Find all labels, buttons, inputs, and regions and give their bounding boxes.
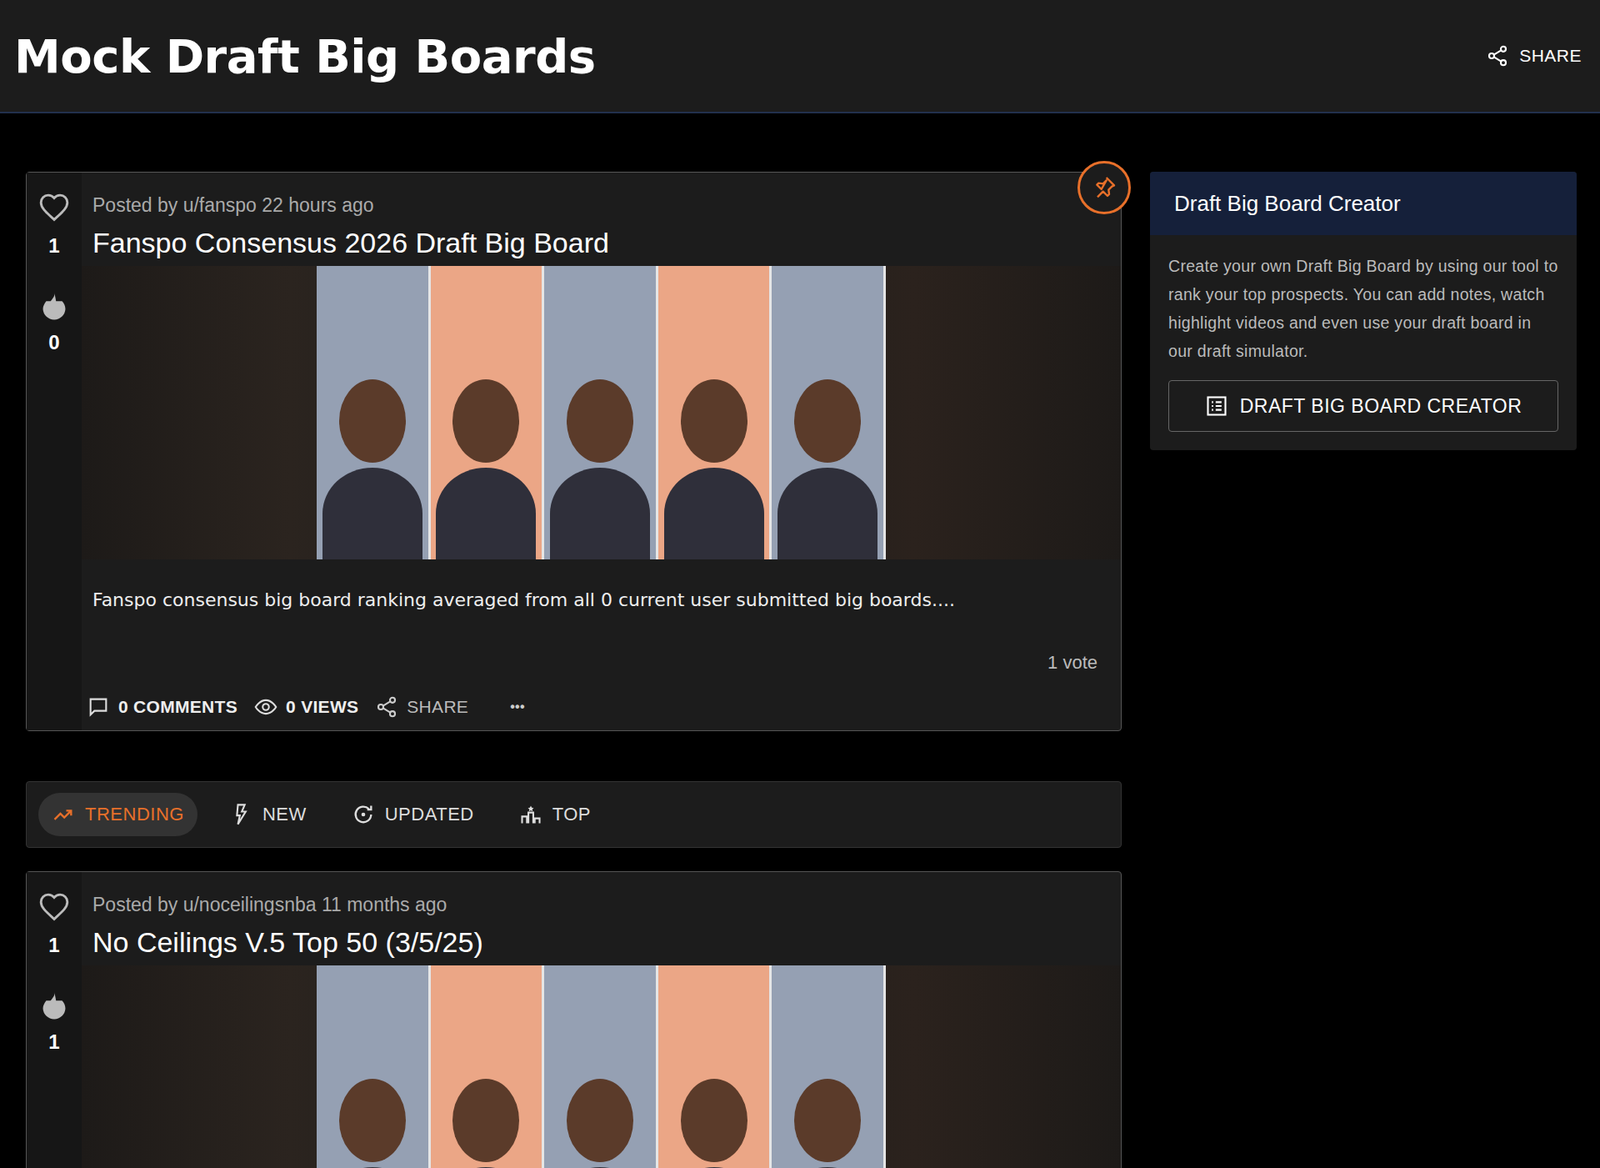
comments-button[interactable]: 0 COMMENTS [86, 695, 238, 719]
sort-tabs: TRENDING NEW UPDATED TOP [25, 780, 1122, 848]
sort-tab[interactable]: TOP [505, 792, 605, 836]
board-image[interactable] [81, 265, 1121, 560]
prospect-photo [316, 265, 431, 560]
main: 1 0 Posted by u/fanspo 22 hours ago Fans… [0, 113, 1600, 1168]
creator-panel: Draft Big Board Creator Create your own … [1150, 171, 1577, 450]
vote-column: 1 1 [26, 871, 82, 1168]
post-share-button[interactable]: SHARE [375, 695, 469, 719]
post-card[interactable]: 1 0 Posted by u/fanspo 22 hours ago Fans… [25, 171, 1122, 731]
panel-title: Draft Big Board Creator [1150, 171, 1577, 235]
board-graphic [316, 265, 886, 560]
post-title[interactable]: Fanspo Consensus 2026 Draft Big Board [81, 226, 1121, 260]
fire-icon[interactable] [38, 289, 70, 321]
prospect-photo [658, 265, 773, 560]
like-count: 1 [48, 234, 60, 258]
post-description: Fanspo consensus big board ranking avera… [81, 589, 1121, 610]
prospect-photo [544, 265, 659, 560]
panel-text: Create your own Draft Big Board by using… [1168, 251, 1559, 365]
list-icon [1205, 394, 1229, 418]
prospect-photo [316, 965, 431, 1168]
post-content: Posted by u/fanspo 22 hours ago Fanspo C… [81, 172, 1121, 730]
share-button[interactable]: SHARE [1485, 44, 1582, 68]
sort-tab[interactable]: UPDATED [338, 792, 488, 836]
fire-count: 0 [48, 330, 60, 355]
prospect-photo [430, 965, 545, 1168]
vote-count: 1 vote [81, 651, 1121, 674]
prospect-photo [430, 265, 545, 560]
sort-tab[interactable]: NEW [215, 792, 320, 836]
fire-icon[interactable] [38, 988, 70, 1020]
post-author: Posted by u/fanspo 22 hours ago [81, 194, 1121, 217]
header: Mock Draft Big Boards SHARE [0, 0, 1600, 114]
creator-button[interactable]: DRAFT BIG BOARD CREATOR [1168, 380, 1559, 432]
vote-column: 1 0 [26, 172, 82, 730]
podium-icon [519, 802, 543, 826]
more-button[interactable]: ••• [510, 699, 525, 715]
heart-icon[interactable] [38, 192, 70, 225]
pinned-badge [1077, 160, 1131, 215]
post-title[interactable]: No Ceilings V.5 Top 50 (3/5/25) [81, 925, 1121, 959]
like-count: 1 [48, 933, 60, 957]
eye-icon [254, 695, 278, 719]
bolt-icon [229, 802, 253, 826]
post-card[interactable]: 1 1 Posted by u/noceilingsnba 11 months … [25, 870, 1122, 1168]
views-count: 0 VIEWS [254, 695, 359, 719]
comment-icon [86, 695, 110, 719]
post-footer: 0 COMMENTS 0 VIEWS SHARE ••• [81, 673, 1121, 730]
post-content: Posted by u/noceilingsnba 11 months ago … [81, 871, 1121, 1168]
prospect-photo [544, 965, 659, 1168]
board-image[interactable] [81, 965, 1121, 1168]
pin-icon [1090, 174, 1118, 201]
post-author: Posted by u/noceilingsnba 11 months ago [81, 893, 1121, 916]
feed: 1 0 Posted by u/fanspo 22 hours ago Fans… [25, 171, 1122, 1168]
share-icon [1485, 44, 1510, 68]
prospect-photo [658, 965, 773, 1168]
prospect-photo [771, 965, 886, 1168]
trend-icon [51, 802, 75, 826]
heart-icon[interactable] [38, 891, 70, 924]
share-icon [375, 695, 399, 719]
page-title: Mock Draft Big Boards [14, 29, 596, 84]
fire-count: 1 [48, 1030, 60, 1054]
board-graphic [316, 965, 886, 1168]
refresh-icon [351, 802, 375, 826]
sort-tab[interactable]: TRENDING [38, 792, 198, 836]
page: Mock Draft Big Boards SHARE 1 0 Posted b… [0, 0, 1600, 1168]
prospect-photo [771, 265, 886, 560]
